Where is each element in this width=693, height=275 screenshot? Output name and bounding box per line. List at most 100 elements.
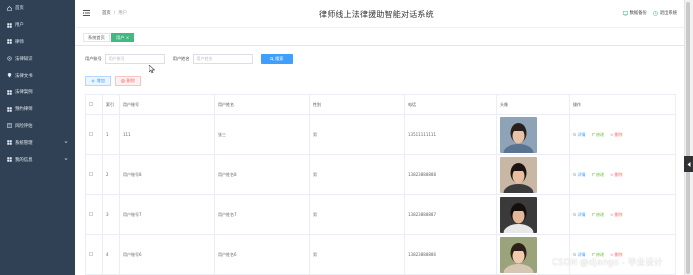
sidebar-item-label: 律师	[15, 39, 24, 45]
action-row: 增加 删除	[85, 76, 141, 86]
sidebar-item-2[interactable]: 律师	[0, 34, 75, 51]
sidebar-item-5[interactable]: 法律案例	[0, 84, 75, 101]
tab-user[interactable]: 用户 ×	[111, 33, 135, 42]
cell-avatar	[496, 194, 570, 235]
search-row: 用户账号 用户账号 用户姓名 用户姓名 搜索	[85, 54, 293, 64]
cell-gender: 男	[309, 114, 405, 155]
table-row: 2 用户账号8 用户姓名8 男 13823888888 详情 修改 删除	[85, 154, 676, 195]
delete-icon	[121, 79, 125, 83]
menu-toggle-icon[interactable]	[83, 10, 90, 16]
header-index: 索引	[102, 94, 120, 115]
name-input[interactable]: 用户姓名	[192, 54, 253, 64]
home-icon	[7, 5, 12, 11]
search-icon	[573, 172, 577, 177]
account-label: 用户账号	[85, 56, 102, 61]
tab-home[interactable]: 系统首页	[83, 33, 110, 42]
table-row: 1 111 张三男 13511111111 详情 修改 删除	[85, 114, 676, 155]
table-row: 3 用户账号7 用户姓名7 男 13823888887 详情 修改 删除	[85, 194, 676, 235]
grid-icon	[7, 22, 12, 28]
account-input[interactable]: 用户账号	[104, 54, 165, 64]
sidebar-item-0[interactable]: 首页	[0, 0, 75, 17]
view-label: 详情	[577, 131, 586, 137]
edit-label: 修改	[596, 171, 604, 177]
logout-button[interactable]: 退出系统	[652, 10, 677, 16]
cell-index: 1	[102, 114, 120, 155]
sidebar-item-label: 预约律师	[15, 107, 33, 113]
view-button[interactable]: 详情	[573, 172, 589, 178]
header-avatar: 头像	[496, 94, 570, 115]
cell-name: 张三	[214, 114, 310, 155]
sidebar-item-label: 系统管理	[15, 140, 33, 146]
panel-toggle-handle[interactable]	[684, 156, 693, 172]
cell-index: 2	[102, 154, 120, 195]
cell-account: 111	[119, 114, 215, 155]
header-account: 用户账号	[119, 94, 215, 115]
cell-avatar	[496, 114, 570, 155]
row-actions: 详情 修改 删除	[573, 132, 675, 138]
cell-select[interactable]	[85, 234, 103, 275]
close-icon	[610, 213, 613, 216]
sidebar-item-8[interactable]: 系统管理	[0, 134, 75, 151]
sidebar-item-1[interactable]: 用户	[0, 17, 75, 34]
page-title: 律师线上法律援助智能对话系统	[319, 10, 434, 19]
delete-button[interactable]: 删除	[610, 132, 626, 138]
sidebar: 首页用户律师法律知识法律文书 法律案例预约律师风险评估系统管理我的信息	[0, 0, 75, 275]
grid-icon	[7, 140, 12, 146]
avatar-image	[500, 236, 537, 273]
breadcrumb-home[interactable]: 首页	[102, 11, 111, 16]
cell-phone: 13823888886	[404, 234, 497, 275]
cell-select[interactable]	[85, 154, 103, 195]
delete-label: 删除	[614, 131, 623, 137]
sidebar-item-3[interactable]: 法律知识	[0, 50, 75, 67]
search-icon	[269, 57, 274, 61]
cell-avatar	[496, 154, 570, 195]
cell-select[interactable]	[85, 114, 103, 155]
search-button[interactable]: 搜索	[260, 54, 293, 64]
cell-name: 用户姓名6	[214, 234, 310, 275]
cell-gender: 男	[309, 234, 405, 275]
edit-button[interactable]: 修改	[591, 212, 608, 218]
sidebar-item-4[interactable]: 法律文书	[0, 67, 75, 84]
top-right-actions: 数据备份 退出系统	[617, 10, 677, 16]
edit-button[interactable]: 修改	[591, 171, 608, 178]
search-button-label: 搜索	[275, 56, 284, 61]
backup-button[interactable]: 数据备份	[622, 10, 647, 16]
edit-icon	[591, 132, 595, 137]
sidebar-item-label: 法律知识	[15, 56, 33, 62]
table-row: 4 用户账号6 用户姓名6 男 13823888886 详情 修改 删除	[85, 234, 676, 275]
add-button-label: 增加	[96, 78, 105, 83]
tabs-bar: 系统首页 用户 ×	[75, 28, 684, 46]
cell-avatar	[496, 234, 570, 275]
header-select-all[interactable]	[85, 94, 103, 115]
checkbox[interactable]	[89, 212, 93, 216]
delete-button[interactable]: 删除	[610, 212, 626, 218]
mouse-cursor-icon	[149, 65, 155, 73]
cell-account: 用户账号7	[119, 194, 215, 235]
search-icon	[573, 132, 577, 137]
edit-icon	[591, 172, 595, 177]
add-button[interactable]: 增加	[85, 76, 111, 86]
sidebar-item-9[interactable]: 我的信息	[0, 151, 75, 168]
checkbox[interactable]	[89, 102, 93, 106]
view-label: 详情	[577, 171, 586, 177]
avatar-image	[500, 116, 537, 153]
delete-label: 删除	[614, 171, 623, 177]
cell-phone: 13823888888	[404, 154, 497, 195]
checkbox[interactable]	[89, 252, 93, 256]
batch-delete-button[interactable]: 删除	[115, 76, 141, 86]
cell-select[interactable]	[85, 194, 103, 235]
view-button[interactable]: 详情	[573, 212, 589, 218]
edit-button[interactable]: 修改	[591, 132, 608, 138]
scrollbar-thumb[interactable]	[686, 2, 690, 274]
sidebar-item-label: 首页	[15, 6, 24, 12]
checkbox[interactable]	[89, 172, 93, 176]
delete-button[interactable]: 删除	[610, 172, 626, 178]
row-actions: 详情 修改 删除	[573, 172, 675, 178]
sidebar-item-7[interactable]: 风险评估	[0, 118, 75, 135]
plus-icon	[91, 79, 95, 83]
checkbox[interactable]	[89, 132, 93, 136]
edit-icon	[591, 212, 595, 217]
view-button[interactable]: 详情	[573, 132, 589, 138]
avatar-image	[500, 196, 537, 233]
sidebar-item-6[interactable]: 预约律师	[0, 101, 75, 118]
